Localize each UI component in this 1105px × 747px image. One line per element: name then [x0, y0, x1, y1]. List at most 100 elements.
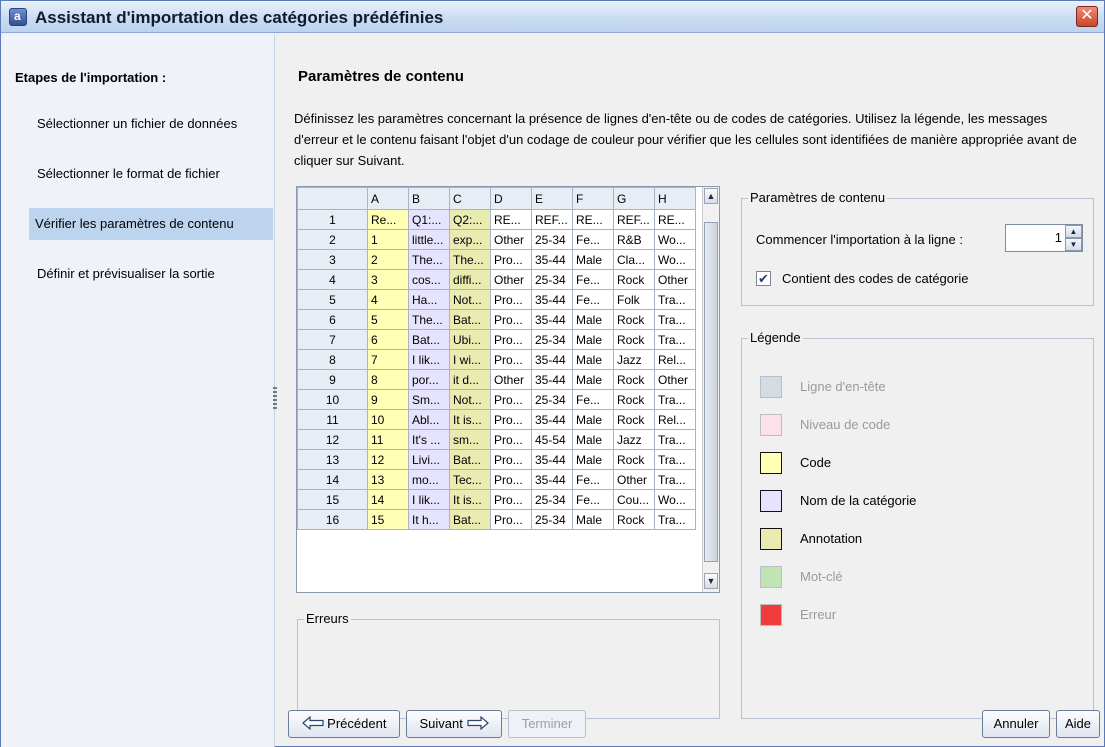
grid-cell[interactable]: 35-44 [531, 249, 573, 270]
grid-cell[interactable]: Tra... [654, 469, 696, 490]
grid-cell[interactable]: Pro... [490, 449, 532, 470]
grid-cell[interactable]: Folk [613, 289, 655, 310]
table-row[interactable]: 10 9 Sm... Not... Pro... 25-34 Fe... Rock Tra... [297, 389, 696, 410]
help-button[interactable]: Aide [1056, 710, 1100, 738]
row-number-cell[interactable]: 2 [297, 229, 368, 250]
grid-cell[interactable]: Bat... [449, 449, 491, 470]
row-number-cell[interactable]: 12 [297, 429, 368, 450]
grid-cell[interactable]: Pro... [490, 469, 532, 490]
grid-cell[interactable]: Other [654, 269, 696, 290]
grid-cell[interactable]: Bat... [449, 309, 491, 330]
grid-cell[interactable]: Pro... [490, 489, 532, 510]
grid-cell[interactable]: R&B [613, 229, 655, 250]
scroll-down-arrow-icon[interactable]: ▼ [704, 573, 718, 589]
grid-cell[interactable]: Pro... [490, 509, 532, 530]
grid-cell[interactable]: Other [490, 229, 532, 250]
grid-cell[interactable]: It is... [449, 409, 491, 430]
grid-cell[interactable]: Ha... [408, 289, 450, 310]
grid-cell[interactable]: Male [572, 509, 614, 530]
grid-cell[interactable]: Fe... [572, 289, 614, 310]
grid-cell[interactable]: Male [572, 309, 614, 330]
grid-cell[interactable]: Jazz [613, 429, 655, 450]
grid-cell[interactable]: Rel... [654, 409, 696, 430]
grid-column-header[interactable]: B [408, 187, 450, 210]
grid-cell[interactable]: 7 [367, 349, 409, 370]
grid-cell[interactable]: Other [490, 269, 532, 290]
spinner-down-icon[interactable]: ▼ [1065, 238, 1082, 251]
grid-cell[interactable]: REF... [613, 209, 655, 230]
grid-cell[interactable]: It is... [449, 489, 491, 510]
table-row[interactable]: 11 10 Abl... It is... Pro... 35-44 Male Rock Rel… [297, 409, 696, 430]
grid-cell[interactable]: 1 [367, 229, 409, 250]
grid-cell[interactable]: Rel... [654, 349, 696, 370]
row-number-cell[interactable]: 9 [297, 369, 368, 390]
grid-cell[interactable]: RE... [654, 209, 696, 230]
start-row-value[interactable]: 1 [1055, 230, 1062, 245]
grid-cell[interactable]: Tra... [654, 509, 696, 530]
grid-cell[interactable]: 12 [367, 449, 409, 470]
grid-cell[interactable]: Not... [449, 389, 491, 410]
row-number-cell[interactable]: 8 [297, 349, 368, 370]
grid-cell[interactable]: 35-44 [531, 409, 573, 430]
grid-cell[interactable]: Male [572, 249, 614, 270]
grid-cell[interactable]: Tra... [654, 389, 696, 410]
grid-cell[interactable]: Rock [613, 509, 655, 530]
splitter-handle[interactable] [273, 387, 277, 411]
grid-cell[interactable]: 25-34 [531, 269, 573, 290]
grid-cell[interactable]: Tra... [654, 309, 696, 330]
grid-cell[interactable]: 35-44 [531, 369, 573, 390]
scroll-thumb[interactable] [704, 222, 718, 562]
grid-cell[interactable]: RE... [490, 209, 532, 230]
row-number-cell[interactable]: 5 [297, 289, 368, 310]
grid-cell[interactable]: Ubi... [449, 329, 491, 350]
grid-cell[interactable]: Abl... [408, 409, 450, 430]
grid-cell[interactable]: 35-44 [531, 309, 573, 330]
grid-cell[interactable]: 4 [367, 289, 409, 310]
grid-cell[interactable]: Pro... [490, 349, 532, 370]
grid-cell[interactable]: cos... [408, 269, 450, 290]
row-number-cell[interactable]: 15 [297, 489, 368, 510]
grid-cell[interactable]: Rock [613, 409, 655, 430]
grid-cell[interactable]: 45-54 [531, 429, 573, 450]
grid-cell[interactable]: 25-34 [531, 489, 573, 510]
sidebar-step-define-preview-output[interactable]: Définir et prévisualiser la sortie [31, 258, 271, 290]
grid-cell[interactable]: I lik... [408, 489, 450, 510]
grid-cell[interactable]: Fe... [572, 229, 614, 250]
grid-cell[interactable]: Other [490, 369, 532, 390]
grid-cell[interactable]: Pro... [490, 329, 532, 350]
grid-vertical-scrollbar[interactable]: ▲ ▼ [702, 187, 719, 592]
cancel-button[interactable]: Annuler [982, 710, 1050, 738]
row-number-cell[interactable]: 6 [297, 309, 368, 330]
row-number-cell[interactable]: 16 [297, 509, 368, 530]
grid-cell[interactable]: Pro... [490, 429, 532, 450]
grid-cell[interactable]: Bat... [408, 329, 450, 350]
grid-cell[interactable]: Tra... [654, 289, 696, 310]
grid-cell[interactable]: Pro... [490, 289, 532, 310]
grid-cell[interactable]: The... [408, 249, 450, 270]
grid-cell[interactable]: 9 [367, 389, 409, 410]
grid-cell[interactable]: Fe... [572, 269, 614, 290]
grid-cell[interactable]: Male [572, 329, 614, 350]
finish-button[interactable]: Terminer [508, 710, 586, 738]
grid-cell[interactable]: Wo... [654, 229, 696, 250]
grid-cell[interactable]: 35-44 [531, 469, 573, 490]
grid-cell[interactable]: 25-34 [531, 509, 573, 530]
grid-cell[interactable]: 14 [367, 489, 409, 510]
table-row[interactable]: 15 14 I lik... It is... Pro... 25-34 Fe... Cou.… [297, 489, 696, 510]
grid-cell[interactable]: It h... [408, 509, 450, 530]
grid-cell[interactable]: por... [408, 369, 450, 390]
grid-cell[interactable]: 15 [367, 509, 409, 530]
table-row[interactable]: 7 6 Bat... Ubi... Pro... 25-34 Male Rock Tra... [297, 329, 696, 350]
sidebar-step-verify-content-settings[interactable]: Vérifier les paramètres de contenu [29, 208, 273, 240]
table-row[interactable]: 5 4 Ha... Not... Pro... 35-44 Fe... Folk Tra... [297, 289, 696, 310]
grid-cell[interactable]: Sm... [408, 389, 450, 410]
row-number-cell[interactable]: 7 [297, 329, 368, 350]
grid-cell[interactable]: Pro... [490, 249, 532, 270]
grid-cell[interactable]: Other [613, 469, 655, 490]
grid-column-header[interactable]: F [572, 187, 614, 210]
grid-cell[interactable]: Fe... [572, 469, 614, 490]
grid-cell[interactable]: Wo... [654, 249, 696, 270]
row-number-cell[interactable]: 11 [297, 409, 368, 430]
title-bar[interactable]: Assistant d'importation des catégories p… [1, 1, 1104, 33]
grid-cell[interactable]: Rock [613, 329, 655, 350]
